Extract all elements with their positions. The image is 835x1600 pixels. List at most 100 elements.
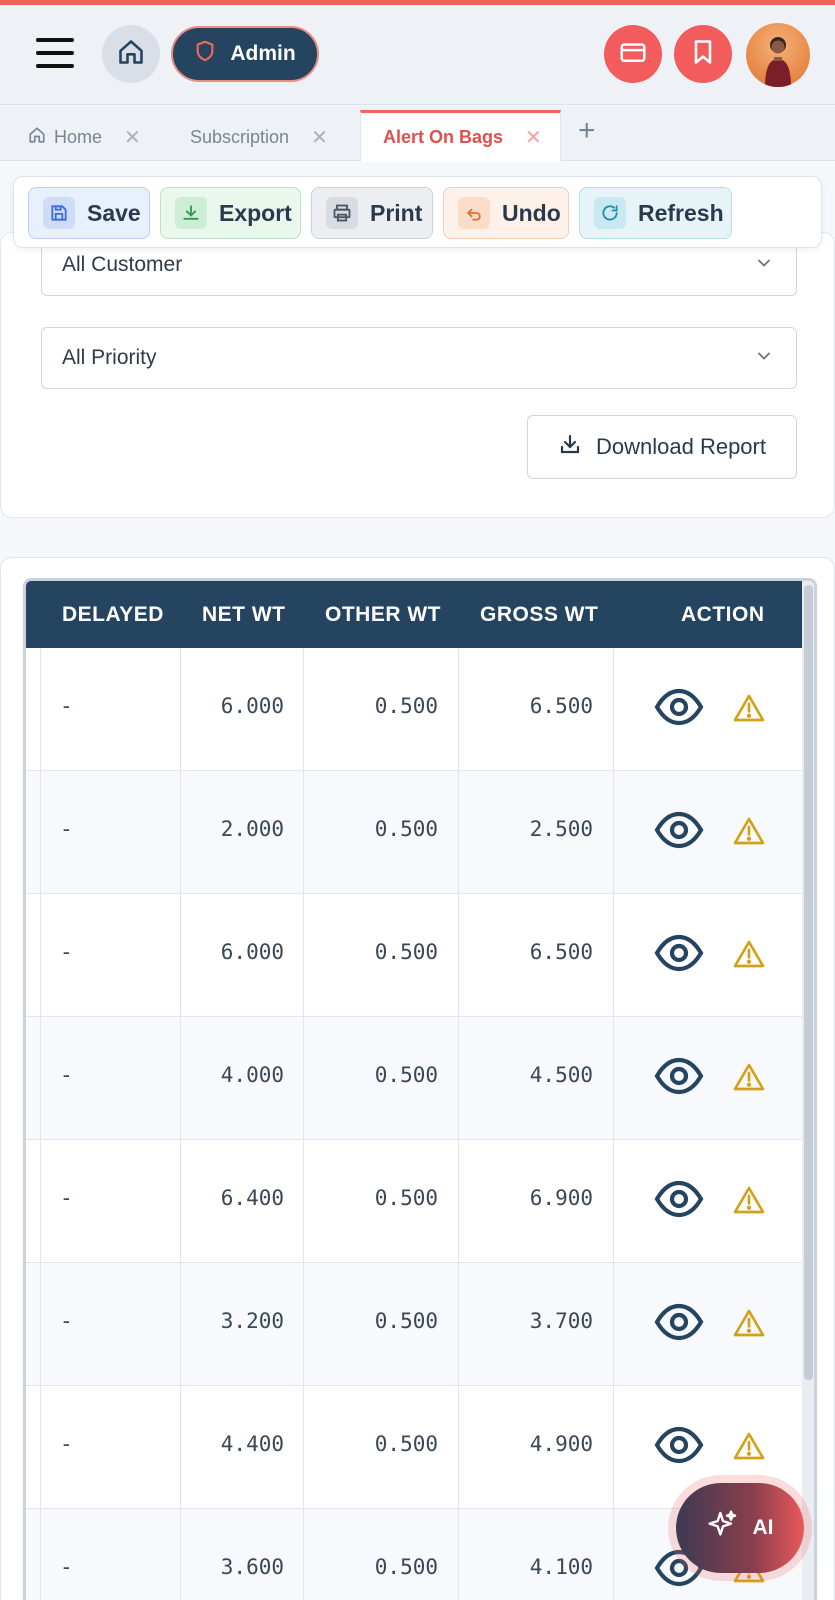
action-toolbar: Save Export Print Undo Refresh [13,176,822,248]
cell-other-wt: 0.500 [374,1063,438,1087]
cell-gross-wt: 6.500 [529,694,593,718]
print-button[interactable]: Print [311,187,433,239]
ai-assistant-button[interactable]: AI [676,1483,804,1573]
tab-bar: Home ✕ Subscription ✕ Alert On Bags ✕ [0,106,835,162]
tab-alert-on-bags[interactable]: Alert On Bags ✕ [360,110,561,162]
column-divider [458,1263,459,1385]
cell-gross-wt: 6.500 [529,940,593,964]
cell-gross-wt: 4.100 [529,1555,593,1579]
card-button[interactable] [604,25,662,83]
warning-icon[interactable] [733,816,765,851]
column-divider [458,771,459,893]
cell-net-wt: 3.600 [220,1555,284,1579]
cell-delayed: - [60,1309,73,1333]
eye-icon[interactable] [654,1057,704,1100]
cell-other-wt: 0.500 [374,1432,438,1456]
chevron-down-icon [754,346,774,372]
close-icon[interactable]: ✕ [124,125,141,150]
column-header-other-wt[interactable]: OTHER WT [325,603,441,627]
user-avatar[interactable] [746,23,810,87]
eye-icon[interactable] [654,1426,704,1469]
eye-icon[interactable] [654,688,704,731]
download-report-button[interactable]: Download Report [527,415,797,479]
column-divider [613,1386,614,1508]
table-row: - 4.400 0.500 4.900 [26,1386,802,1509]
column-divider [303,1386,304,1508]
export-button[interactable]: Export [160,187,301,239]
column-header-gross-wt[interactable]: GROSS WT [480,603,598,627]
warning-icon[interactable] [733,1308,765,1343]
table-row: - 6.400 0.500 6.900 [26,1140,802,1263]
refresh-label: Refresh [638,199,724,226]
hamburger-line [36,38,74,42]
column-divider [458,894,459,1016]
bookmark-button[interactable] [674,25,732,83]
column-header-net-wt[interactable]: NET WT [202,603,285,627]
cell-net-wt: 6.400 [220,1186,284,1210]
close-icon[interactable]: ✕ [311,125,328,150]
home-button[interactable] [102,25,160,83]
cell-net-wt: 4.000 [220,1063,284,1087]
warning-icon[interactable] [733,939,765,974]
tab-label: Home [54,127,103,147]
warning-icon[interactable] [733,693,765,728]
tab-home[interactable]: Home ✕ [6,114,156,161]
cell-gross-wt: 2.500 [529,817,593,841]
refresh-button[interactable]: Refresh [579,187,732,239]
refresh-icon [594,197,626,229]
add-tab-icon[interactable]: + [578,114,596,148]
column-divider [303,771,304,893]
column-divider [613,1509,614,1600]
column-divider [458,1017,459,1139]
column-divider [40,1509,41,1600]
cell-other-wt: 0.500 [374,1309,438,1333]
credit-card-icon [618,37,648,72]
close-icon[interactable]: ✕ [525,125,542,150]
column-divider [303,648,304,770]
admin-role-button[interactable]: Admin [171,26,319,82]
cell-delayed: - [60,1555,73,1579]
eye-icon[interactable] [654,934,704,977]
eye-icon[interactable] [654,811,704,854]
app-header: Admin [0,5,835,105]
column-divider [458,1509,459,1600]
column-divider [613,1017,614,1139]
table-header: DELAYED NET WT OTHER WT GROSS WT ACTION [26,581,802,648]
download-icon [558,432,582,462]
warning-icon[interactable] [733,1185,765,1220]
column-divider [613,771,614,893]
tab-subscription[interactable]: Subscription ✕ [168,114,344,161]
column-divider [40,1140,41,1262]
tab-label: Subscription [190,127,290,147]
cell-delayed: - [60,1186,73,1210]
column-divider [303,1140,304,1262]
admin-label: Admin [230,42,296,65]
menu-button[interactable] [36,38,76,70]
cell-net-wt: 2.000 [220,817,284,841]
column-divider [303,894,304,1016]
eye-icon[interactable] [654,1180,704,1223]
cell-net-wt: 3.200 [220,1309,284,1333]
cell-delayed: - [60,940,73,964]
column-header-delayed[interactable]: DELAYED [62,603,164,627]
table-row: - 6.000 0.500 6.500 [26,894,802,1017]
cell-other-wt: 0.500 [374,1555,438,1579]
scrollbar-thumb[interactable] [804,585,813,1380]
warning-icon[interactable] [733,1062,765,1097]
bookmark-icon [689,37,717,72]
eye-icon[interactable] [654,1303,704,1346]
undo-button[interactable]: Undo [443,187,569,239]
table-row: - 6.000 0.500 6.500 [26,648,802,771]
sparkle-icon [707,1509,739,1547]
save-button[interactable]: Save [28,187,150,239]
cell-delayed: - [60,817,73,841]
warning-icon[interactable] [733,1431,765,1466]
priority-select[interactable]: All Priority [41,327,797,389]
download-icon [175,197,207,229]
cell-delayed: - [60,1063,73,1087]
column-divider [613,894,614,1016]
column-divider [303,1017,304,1139]
column-divider [40,1017,41,1139]
home-icon [117,38,145,71]
cell-gross-wt: 3.700 [529,1309,593,1333]
